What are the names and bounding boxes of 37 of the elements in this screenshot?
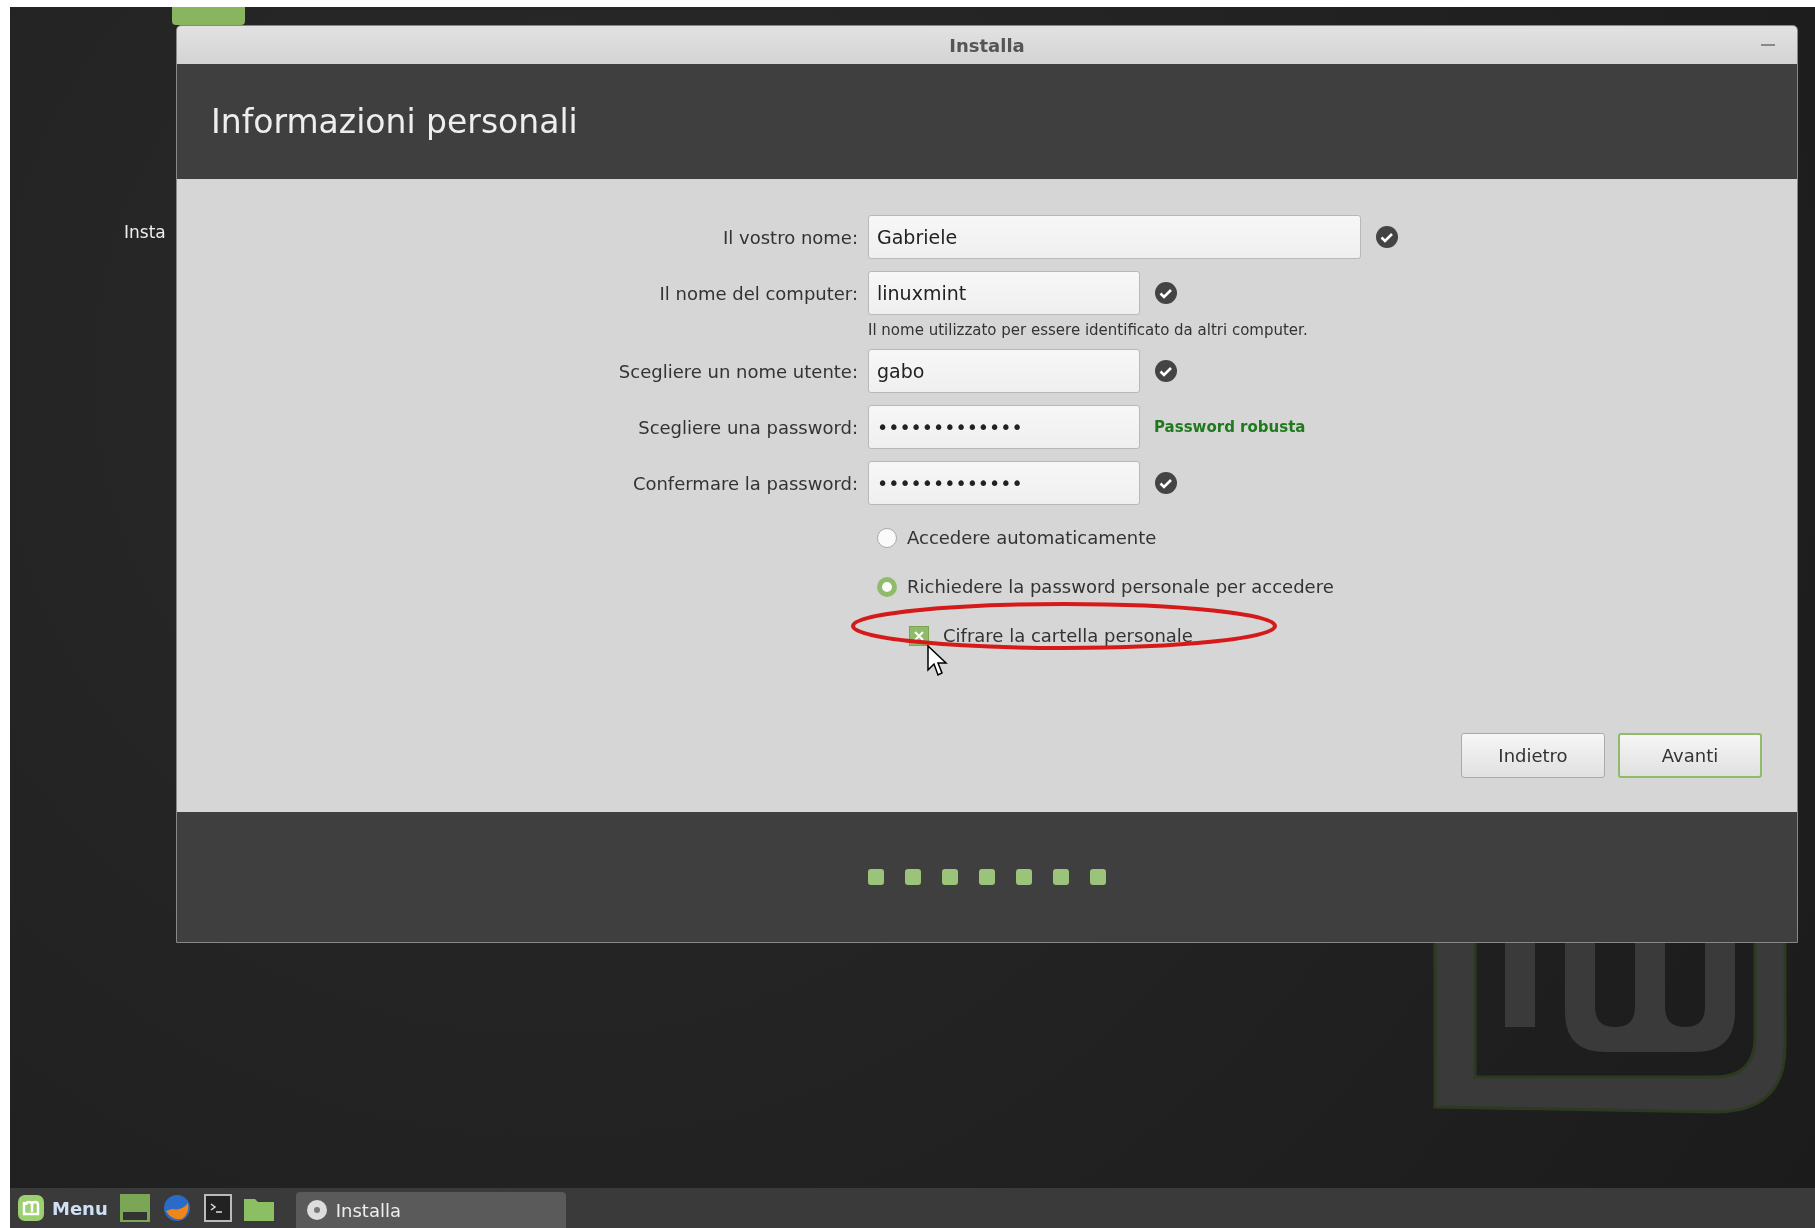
menu-label: Menu	[52, 1197, 108, 1219]
password-strength: Password robusta	[1154, 418, 1306, 436]
taskbar-window-label: Installa	[335, 1199, 401, 1221]
radio-label[interactable]: Richiedere la password personale per accedere	[907, 576, 1334, 597]
page-title: Informazioni personali	[211, 102, 578, 141]
nav-button[interactable]: Indietro	[1461, 733, 1605, 778]
terminal-icon[interactable]	[203, 1194, 232, 1222]
minimize-icon[interactable]	[1761, 44, 1775, 47]
radio-button[interactable]	[877, 576, 897, 597]
taskbar-window-button[interactable]: Installa	[295, 1192, 566, 1228]
check-icon	[1375, 225, 1399, 249]
input-field[interactable]: •••••••••••••	[868, 405, 1140, 449]
input-field[interactable]: gabo	[868, 349, 1140, 393]
disc-icon	[305, 1199, 328, 1221]
desktop-icon-label: Insta	[124, 222, 166, 242]
check-icon	[1154, 281, 1178, 305]
input-field[interactable]: linuxmint	[868, 271, 1140, 315]
check-icon	[1154, 471, 1178, 495]
window-title: Installa	[949, 34, 1025, 56]
menu-logo-icon	[16, 1193, 46, 1223]
radio-label[interactable]: Accedere automaticamente	[907, 527, 1157, 548]
radio-button[interactable]	[877, 527, 897, 548]
check-icon	[1154, 359, 1178, 383]
input-field[interactable]: Gabriele	[868, 215, 1361, 259]
field-label: Confermare la password:	[632, 472, 858, 494]
field-label: Scegliere una password:	[638, 416, 858, 438]
field-label: Il nome del computer:	[659, 282, 858, 304]
desktop-icon[interactable]	[119, 1194, 150, 1222]
field-label: Scegliere un nome utente:	[618, 360, 858, 382]
browser-icon[interactable]	[161, 1193, 192, 1223]
field-hint: Il nome utilizzato per essere identificato da altri computer.	[868, 321, 1309, 339]
input-field[interactable]: •••••••••••••	[868, 461, 1140, 505]
mouse-pointer-icon	[927, 645, 949, 677]
menu-button[interactable]: Menu	[16, 1193, 108, 1223]
nav-button[interactable]: Avanti	[1618, 733, 1762, 778]
field-label: Il vostro nome:	[723, 226, 858, 248]
x-mark-icon	[914, 630, 924, 641]
